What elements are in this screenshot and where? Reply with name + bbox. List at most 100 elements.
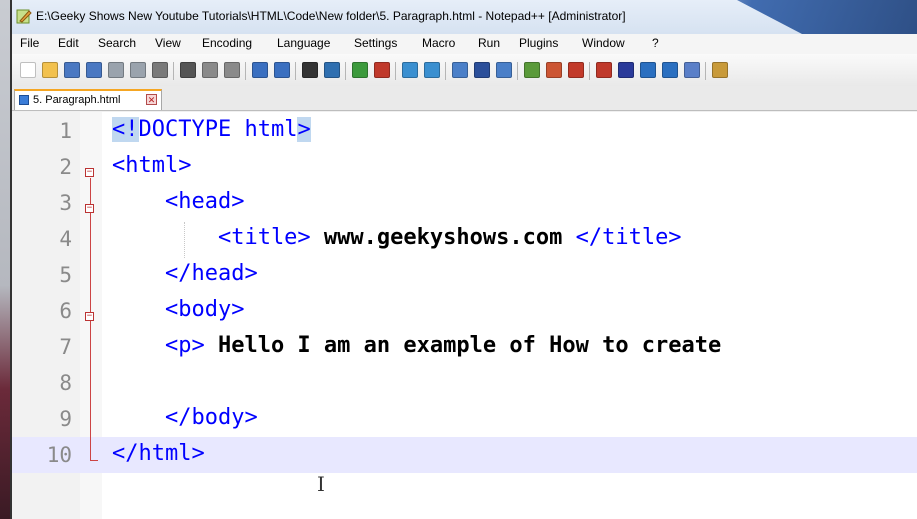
- menu-search[interactable]: Search: [98, 36, 136, 50]
- sync-h-icon[interactable]: [424, 62, 440, 78]
- new-file-icon[interactable]: [20, 62, 36, 78]
- fold-collapse-icon[interactable]: −: [85, 168, 94, 177]
- html-tag-token: <title>: [112, 225, 311, 250]
- all-chars-icon[interactable]: [474, 62, 490, 78]
- menu-edit[interactable]: Edit: [58, 36, 79, 50]
- code-line[interactable]: <body>: [112, 297, 244, 322]
- line-number: 2: [59, 155, 72, 179]
- menu-file[interactable]: File: [20, 36, 39, 50]
- doc-map-icon[interactable]: [546, 62, 562, 78]
- line-number: 6: [59, 299, 72, 323]
- toolbar-separator: [517, 62, 518, 80]
- menu-plugins[interactable]: Plugins: [519, 36, 558, 50]
- toolbar-separator: [295, 62, 296, 80]
- toolbar-separator: [589, 62, 590, 80]
- code-line[interactable]: </head>: [112, 261, 258, 286]
- menu-language[interactable]: Language: [277, 36, 330, 50]
- fold-end-line: [90, 460, 98, 461]
- sync-v-icon[interactable]: [402, 62, 418, 78]
- menu-view[interactable]: View: [155, 36, 181, 50]
- print-icon[interactable]: [152, 62, 168, 78]
- code-line[interactable]: <html>: [112, 153, 191, 178]
- find-icon[interactable]: [302, 62, 318, 78]
- toolbar-separator: [245, 62, 246, 80]
- html-tag-token: <html>: [112, 153, 192, 178]
- function-list-icon[interactable]: [568, 62, 584, 78]
- toolbar-separator: [705, 62, 706, 80]
- indent-guide-icon[interactable]: [496, 62, 512, 78]
- menu-help[interactable]: ?: [652, 36, 659, 50]
- open-file-icon[interactable]: [42, 62, 58, 78]
- cut-icon[interactable]: [180, 62, 196, 78]
- title-decoration: [737, 0, 917, 34]
- code-line[interactable]: </html>: [112, 441, 205, 466]
- fold-collapse-icon[interactable]: −: [85, 312, 94, 321]
- html-tag-token: </html>: [112, 441, 205, 466]
- line-number: 9: [59, 407, 72, 431]
- code-editor[interactable]: − − − I 1 <!DOCTYPE html> 2 <html> 3 <head> 4…: [12, 112, 917, 519]
- run-macro-multi-icon[interactable]: [662, 62, 678, 78]
- fold-collapse-icon[interactable]: −: [85, 204, 94, 213]
- udl-icon[interactable]: [524, 62, 540, 78]
- toolbar-separator: [345, 62, 346, 80]
- notepadpp-app-icon: [16, 9, 32, 24]
- line-number: 10: [46, 443, 72, 467]
- zoom-in-icon[interactable]: [352, 62, 368, 78]
- launch-browser-icon[interactable]: [712, 62, 728, 78]
- paste-icon[interactable]: [224, 62, 240, 78]
- text-cursor-icon: I: [317, 472, 325, 496]
- line-number: 8: [59, 371, 72, 395]
- code-line[interactable]: </body>: [112, 405, 258, 430]
- tab-bar: 5. Paragraph.html ✕: [12, 86, 917, 111]
- saved-file-icon: [19, 95, 29, 105]
- code-line[interactable]: <!DOCTYPE html>: [112, 117, 311, 142]
- line-number: 1: [59, 119, 72, 143]
- close-all-icon[interactable]: [130, 62, 146, 78]
- toolbar-separator: [445, 62, 446, 80]
- save-macro-icon[interactable]: [684, 62, 700, 78]
- html-tag-token: </head>: [112, 261, 258, 286]
- replace-icon[interactable]: [324, 62, 340, 78]
- line-number: 3: [59, 191, 72, 215]
- menu-settings[interactable]: Settings: [354, 36, 397, 50]
- menu-macro[interactable]: Macro: [422, 36, 455, 50]
- notepadpp-window: E:\Geeky Shows New Youtube Tutorials\HTM…: [10, 0, 917, 519]
- html-tag-token: </title>: [575, 225, 682, 250]
- toolbar-separator: [173, 62, 174, 80]
- record-macro-icon[interactable]: [596, 62, 612, 78]
- code-line[interactable]: <head>: [112, 189, 244, 214]
- toolbar: [12, 54, 917, 87]
- toolbar-separator: [395, 62, 396, 80]
- code-line[interactable]: <p> Hello I am an example of How to crea…: [112, 333, 721, 358]
- menu-bar: File Edit Search View Encoding Language Settin…: [12, 34, 917, 54]
- tab-paragraph-html[interactable]: 5. Paragraph.html ✕: [14, 89, 162, 110]
- tab-close-icon[interactable]: ✕: [146, 94, 157, 105]
- copy-icon[interactable]: [202, 62, 218, 78]
- html-tag-token: >: [297, 117, 311, 142]
- zoom-out-icon[interactable]: [374, 62, 390, 78]
- save-icon[interactable]: [64, 62, 80, 78]
- code-line[interactable]: <title> www.geekyshows.com </title>: [112, 225, 682, 250]
- menu-window[interactable]: Window: [582, 36, 625, 50]
- save-all-icon[interactable]: [86, 62, 102, 78]
- menu-encoding[interactable]: Encoding: [202, 36, 252, 50]
- line-number: 4: [59, 227, 72, 251]
- wrap-icon[interactable]: [452, 62, 468, 78]
- stop-macro-icon[interactable]: [618, 62, 634, 78]
- undo-icon[interactable]: [252, 62, 268, 78]
- line-number: 5: [59, 263, 72, 287]
- play-macro-icon[interactable]: [640, 62, 656, 78]
- tab-label: 5. Paragraph.html: [33, 94, 121, 106]
- window-title: E:\Geeky Shows New Youtube Tutorials\HTM…: [36, 9, 626, 23]
- html-tag-token: DOCTYPE html: [138, 117, 298, 142]
- html-tag-token: <body>: [112, 297, 245, 322]
- close-icon[interactable]: [108, 62, 124, 78]
- html-tag-token: <p>: [112, 333, 205, 358]
- menu-run[interactable]: Run: [478, 36, 500, 50]
- html-tag-token: <head>: [112, 189, 245, 214]
- text-token: www.geekyshows.com: [310, 225, 576, 250]
- html-tag-token: </body>: [112, 405, 258, 430]
- title-bar: E:\Geeky Shows New Youtube Tutorials\HTM…: [12, 0, 917, 34]
- text-token: Hello I am an example of How to create: [204, 333, 722, 358]
- redo-icon[interactable]: [274, 62, 290, 78]
